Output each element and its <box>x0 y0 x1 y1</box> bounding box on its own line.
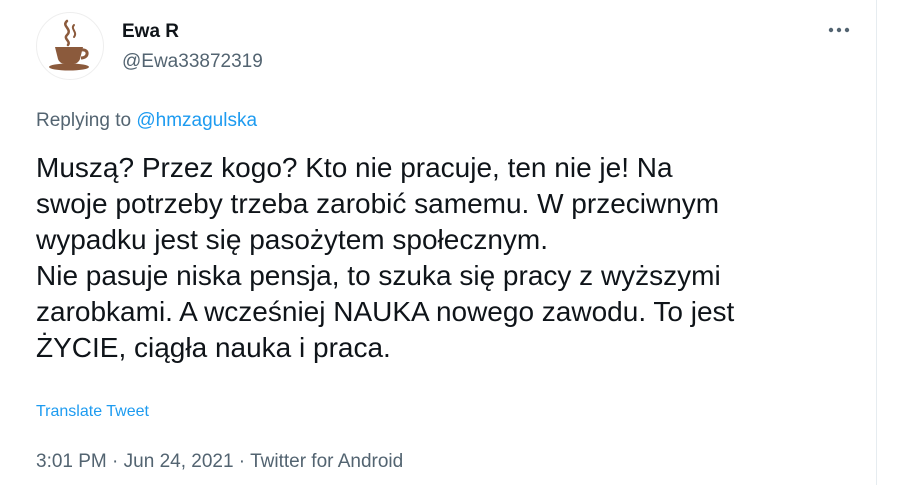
tweet-text-line: wypadku jest się pasożytem społecznym. <box>36 224 548 255</box>
replying-to-label: Replying to <box>36 110 137 131</box>
tweet-text: Muszą? Przez kogo? Kto nie pracuje, ten … <box>36 150 866 366</box>
tweet-text-line: swoje potrzeby trzeba zarobić samemu. W … <box>36 188 720 219</box>
meta-separator: · <box>106 451 124 472</box>
coffee-cup-icon <box>49 19 89 71</box>
translate-tweet-link[interactable]: Translate Tweet <box>36 402 149 422</box>
tweet-text-line: ŻYCIE, ciągła nauka i praca. <box>36 332 391 363</box>
more-options-button[interactable] <box>822 18 856 42</box>
avatar[interactable] <box>36 12 104 80</box>
card-divider <box>876 0 877 485</box>
reply-mention-link[interactable]: @hmzagulska <box>136 110 257 131</box>
tweet-meta: 3:01 PM · Jun 24, 2021 · Twitter for And… <box>36 449 403 475</box>
tweet-card: Ewa R @Ewa33872319 Replying to @hmzaguls… <box>0 0 900 485</box>
tweet-text-line: Muszą? Przez kogo? Kto nie pracuje, ten … <box>36 152 673 183</box>
replying-to: Replying to @hmzagulska <box>36 108 257 134</box>
meta-separator: · <box>233 451 251 472</box>
tweet-time[interactable]: 3:01 PM <box>36 451 107 472</box>
more-horizontal-icon <box>828 27 850 33</box>
tweet-text-line: Nie pasuje niska pensja, to szuka się pr… <box>36 260 721 291</box>
author-handle[interactable]: @Ewa33872319 <box>122 50 263 74</box>
tweet-date[interactable]: Jun 24, 2021 <box>124 451 234 472</box>
tweet-text-line: zarobkami. A wcześniej NAUKA nowego zawo… <box>36 296 735 327</box>
source-app-link[interactable]: Twitter for Android <box>250 451 403 472</box>
author-name[interactable]: Ewa R <box>122 20 179 44</box>
